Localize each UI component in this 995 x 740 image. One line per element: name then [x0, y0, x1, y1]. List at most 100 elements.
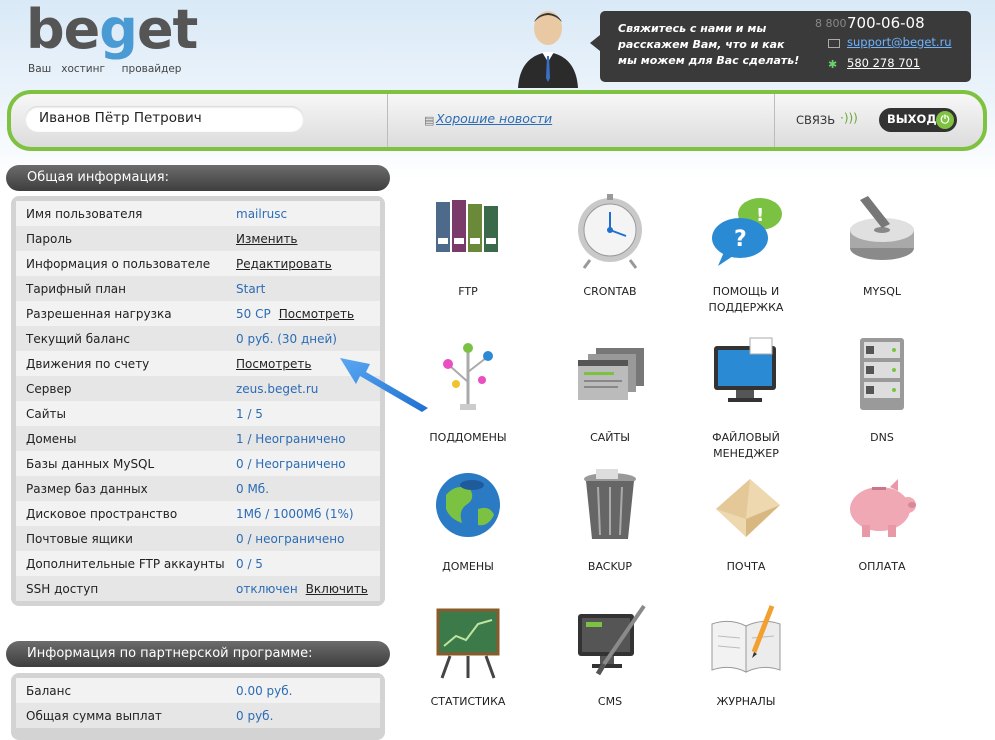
tile-label: САЙТЫ — [590, 431, 630, 444]
envelope-icon — [706, 465, 786, 545]
tile-dns[interactable]: DNS — [817, 332, 947, 446]
info-row-action-link[interactable]: Изменить — [236, 232, 298, 246]
support-email-link[interactable]: support@beget.ru — [847, 35, 952, 49]
partner-info-header: Информация по партнерской программе: — [6, 641, 390, 667]
tile-label: DNS — [870, 431, 894, 444]
tile-label: ПОМОЩЬ И ПОДДЕРЖКА — [708, 285, 784, 314]
info-row: Домены 1 / Неограничено — [16, 426, 380, 451]
signal-icon[interactable]: ·))) — [840, 111, 858, 125]
info-row-action-link[interactable]: Посмотреть — [236, 357, 311, 371]
user-name-field[interactable]: Иванов Пётр Петрович — [25, 106, 304, 132]
info-row-label: Сервер — [26, 381, 72, 396]
exit-label: ВЫХОД — [887, 112, 937, 126]
info-row-label: Тарифный план — [26, 281, 127, 296]
logo-tagline: Ваш хостинг провайдер — [28, 63, 182, 75]
info-row: Движения по счету Посмотреть — [16, 351, 380, 376]
beget-logo[interactable]: beget Ваш хостинг провайдер — [26, 0, 226, 84]
info-row: SSH доступ отключен Включить — [16, 576, 380, 601]
book-pencil-icon — [706, 600, 786, 680]
tile-label: CMS — [597, 695, 623, 708]
tile-mail[interactable]: ПОЧТА — [681, 465, 811, 575]
info-row-action-link[interactable]: Включить — [306, 582, 368, 596]
info-row-action-link[interactable]: Посмотреть — [279, 307, 354, 321]
info-row: Информация о пользователе Редактировать — [16, 251, 380, 276]
tile-label: ДОМЕНЫ — [442, 560, 494, 573]
info-row: Пароль Изменить — [16, 226, 380, 251]
info-row-value: mailrusc — [236, 206, 288, 221]
logo-word-post: et — [136, 0, 198, 61]
tile-sites[interactable]: САЙТЫ — [545, 332, 675, 446]
tile-help[interactable]: !? ПОМОЩЬ И ПОДДЕРЖКА — [681, 190, 811, 316]
info-row-label: Базы данных MySQL — [26, 456, 155, 471]
info-row-label: Дополнительные FTP аккаунты — [26, 556, 225, 571]
info-row-label: Имя пользователя — [26, 206, 143, 221]
tile-domains[interactable]: ДОМЕНЫ — [403, 465, 533, 575]
chart-board-icon — [428, 600, 508, 680]
info-row: Размер баз данных 0 Мб. — [16, 476, 380, 501]
tile-stats[interactable]: СТАТИСТИКА — [403, 600, 533, 710]
tile-crontab[interactable]: CRONTAB — [545, 190, 675, 300]
info-row-label: Информация о пользователе — [26, 256, 211, 271]
tile-label: ФАЙЛОВЫЙ МЕНЕДЖЕР — [712, 431, 780, 460]
info-row-value: 0.00 руб. — [236, 683, 293, 698]
contact-text: Свяжитесь с нами и мы расскажем Вам, что… — [618, 22, 800, 67]
info-row-value: zeus.beget.ru — [236, 381, 319, 396]
tile-cms[interactable]: CMS — [545, 600, 675, 710]
divider — [387, 94, 388, 147]
tile-filemanager[interactable]: ФАЙЛОВЫЙ МЕНЕДЖЕР — [681, 332, 811, 462]
info-row-value: 1 / 5 — [236, 406, 263, 421]
tile-backup[interactable]: BACKUP — [545, 465, 675, 575]
clock-icon — [570, 190, 650, 270]
info-row-value: 50 CP — [236, 306, 271, 321]
trash-bin-icon — [570, 465, 650, 545]
info-row-label: Размер баз данных — [26, 481, 148, 496]
exit-button[interactable]: ВЫХОД ⏻ — [879, 108, 957, 132]
info-row: Дисковое пространство 1Мб / 1000Мб (1%) — [16, 501, 380, 526]
info-row-label: Разрешенная нагрузка — [26, 306, 172, 321]
monitor-icon — [706, 332, 786, 412]
browser-windows-icon — [570, 332, 650, 412]
tile-label: ЖУРНАЛЫ — [716, 695, 776, 708]
info-row-label: Движения по счету — [26, 356, 150, 371]
info-row-value: 0 / 5 — [236, 556, 263, 571]
info-row-value: 0 руб. (30 дней) — [236, 331, 337, 346]
server-rack-icon — [842, 332, 922, 412]
info-row-value: отключен — [236, 581, 298, 596]
tile-label: MYSQL — [863, 285, 901, 298]
tile-label: BACKUP — [587, 560, 633, 573]
news-link[interactable]: Хорошие новости — [436, 111, 552, 126]
info-row-value: 0 / Неограничено — [236, 456, 346, 471]
envelope-icon — [828, 39, 840, 48]
folders-icon — [428, 190, 508, 270]
tile-label: ОПЛАТА — [858, 560, 906, 573]
tile-label: ПОДДОМЕНЫ — [429, 431, 507, 444]
tile-payment[interactable]: ОПЛАТА — [817, 465, 947, 575]
general-info-title: Общая информация: — [27, 170, 169, 185]
info-row-label: Дисковое пространство — [26, 506, 178, 521]
info-row-label: Пароль — [26, 231, 73, 246]
contact-label[interactable]: СВЯЗЬ — [796, 113, 835, 127]
info-row: Разрешенная нагрузка 50 CP Посмотреть — [16, 301, 380, 326]
tile-mysql[interactable]: MYSQL — [817, 190, 947, 300]
tile-logs[interactable]: ЖУРНАЛЫ — [681, 600, 811, 710]
info-row-label: Домены — [26, 431, 77, 446]
logo-word-g: g — [99, 0, 138, 61]
globe-icon — [428, 465, 508, 545]
info-row-value: 0 / неограничено — [236, 531, 345, 546]
tile-subdomains[interactable]: ПОДДОМЕНЫ — [403, 332, 533, 446]
icq-flower-icon: ✱ — [828, 58, 838, 71]
icq-number-link[interactable]: 580 278 701 — [847, 56, 920, 70]
info-row: Тарифный план Start — [16, 276, 380, 301]
info-row-label: Общая сумма выплат — [26, 708, 162, 723]
info-row-label: SSH доступ — [26, 581, 99, 596]
info-row: Дополнительные FTP аккаунты 0 / 5 — [16, 551, 380, 576]
info-row-label: Сайты — [26, 406, 66, 421]
general-info-table: Имя пользователя mailrusc Пароль Изменить Ин… — [11, 196, 385, 606]
top-bar: Иванов Пётр Петрович ▤ Хорошие новости С… — [7, 90, 987, 151]
partner-info-title: Информация по партнерской программе: — [27, 646, 313, 661]
info-row-label: Почтовые ящики — [26, 531, 133, 546]
logo-word-pre: be — [26, 0, 100, 61]
tile-ftp[interactable]: FTP — [403, 190, 533, 300]
partner-info-table: Баланс 0.00 руб. Общая сумма выплат 0 руб. — [11, 673, 385, 740]
info-row-action-link[interactable]: Редактировать — [236, 257, 332, 271]
